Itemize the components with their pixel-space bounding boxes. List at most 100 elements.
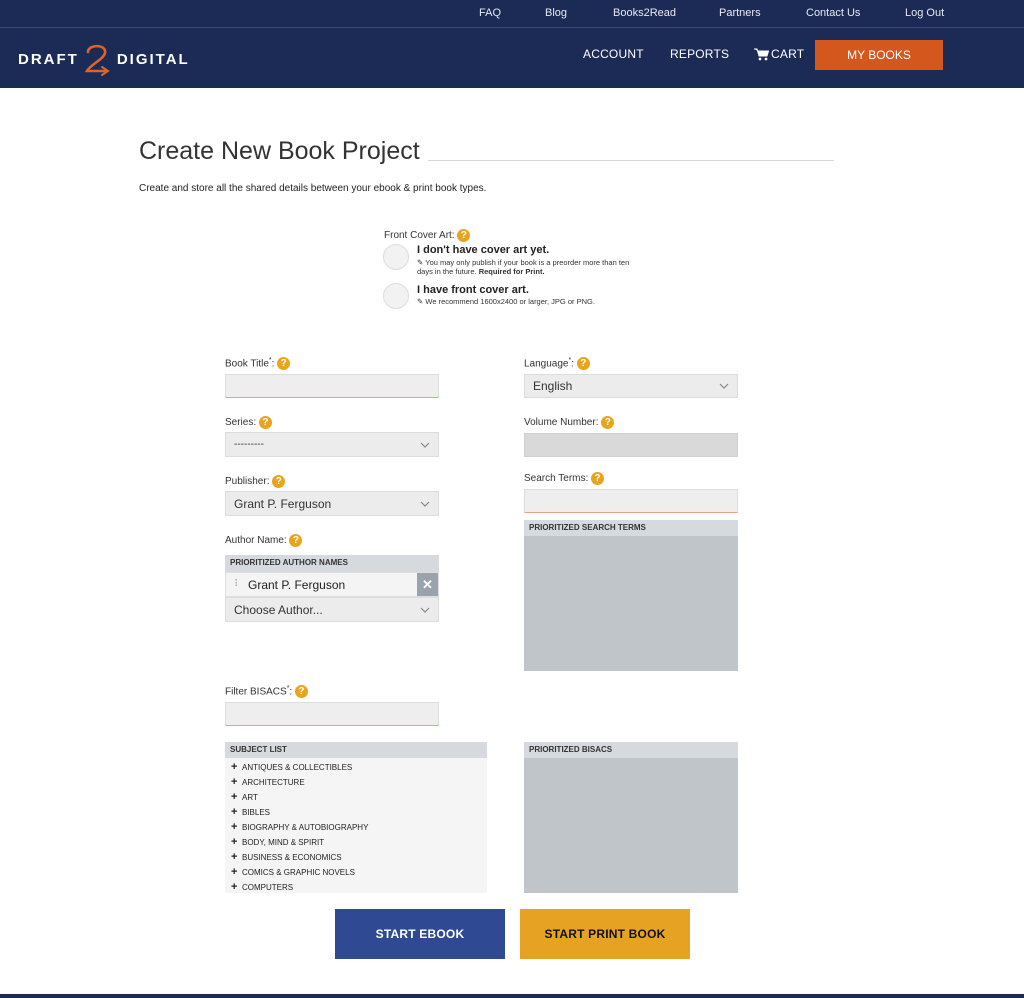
subject-item[interactable]: + COMPUTERS xyxy=(231,881,293,893)
volume-number-input[interactable] xyxy=(524,433,738,457)
subject-item[interactable]: + ANTIQUES & COLLECTIBLES xyxy=(231,761,352,773)
publisher-select[interactable]: Grant P. Ferguson xyxy=(225,491,439,516)
chevron-down-icon xyxy=(719,383,729,389)
close-icon[interactable]: ✕ xyxy=(417,573,438,596)
plus-icon: + xyxy=(231,806,238,818)
shopping-cart-icon xyxy=(754,48,769,60)
volume-number-label: Volume Number: ? xyxy=(524,416,615,429)
no-cover-art-title: I don't have cover art yet. xyxy=(417,244,550,256)
help-icon[interactable]: ? xyxy=(258,416,272,429)
series-select-value: --------- xyxy=(234,439,264,450)
plus-icon: + xyxy=(231,821,238,833)
prioritized-bisacs-panel[interactable]: PRIORITIZED BISACS xyxy=(524,742,738,893)
subject-item[interactable]: + BODY, MIND & SPIRIT xyxy=(231,836,324,848)
language-label: Language*: ? xyxy=(524,357,590,371)
subject-item-label: BIBLES xyxy=(242,808,271,817)
logo-text-digital: DIGITAL xyxy=(116,50,190,68)
has-cover-art-radio[interactable] xyxy=(383,283,409,309)
subject-item[interactable]: + ARCHITECTURE xyxy=(231,776,305,788)
prioritized-search-terms-panel[interactable]: PRIORITIZED SEARCH TERMS xyxy=(524,520,738,671)
my-books-button[interactable]: MY BOOKS xyxy=(815,40,943,70)
plus-icon: + xyxy=(231,881,238,893)
series-label: Series: ? xyxy=(225,416,272,429)
prioritized-author-names-header: PRIORITIZED AUTHOR NAMES xyxy=(225,555,439,572)
help-icon[interactable]: ? xyxy=(272,475,286,488)
chevron-down-icon xyxy=(420,442,430,448)
volume-number-label-text: Volume Number: xyxy=(524,417,599,429)
footer-bar xyxy=(0,994,1024,998)
subject-item-label: BODY, MIND & SPIRIT xyxy=(242,838,325,847)
help-icon[interactable]: ? xyxy=(457,229,471,242)
page-subtitle: Create and store all the shared details … xyxy=(139,183,487,194)
search-terms-label: Search Terms: ? xyxy=(524,472,605,485)
chevron-down-icon xyxy=(420,501,430,507)
search-terms-label-text: Search Terms: xyxy=(524,473,589,485)
filter-bisacs-label-text: Filter BISACS xyxy=(225,686,287,698)
help-icon[interactable]: ? xyxy=(277,357,291,371)
help-icon[interactable]: ? xyxy=(591,472,605,485)
filter-bisacs-label: Filter BISACS*: ? xyxy=(225,685,308,699)
topbar-link-log-out[interactable]: Log Out xyxy=(905,7,944,19)
plus-icon: + xyxy=(231,836,238,848)
topbar-link-faq[interactable]: FAQ xyxy=(479,7,501,19)
help-icon[interactable]: ? xyxy=(601,416,615,429)
choose-author-select[interactable]: Choose Author... xyxy=(225,597,439,622)
page-title: Create New Book Project xyxy=(139,137,420,165)
nav-reports[interactable]: REPORTS xyxy=(670,47,729,61)
book-title-input[interactable] xyxy=(225,374,439,398)
logo-2-mark-icon xyxy=(84,44,110,76)
subject-item[interactable]: + BIOGRAPHY & AUTOBIOGRAPHY xyxy=(231,821,368,833)
choose-author-placeholder: Choose Author... xyxy=(234,602,323,617)
help-icon[interactable]: ? xyxy=(289,534,303,547)
chevron-down-icon xyxy=(420,607,430,613)
subject-item[interactable]: + COMICS & GRAPHIC NOVELS xyxy=(231,866,355,878)
topbar-link-books2read[interactable]: Books2Read xyxy=(613,7,676,19)
nav-cart-label: CART xyxy=(771,47,805,61)
topbar-link-blog[interactable]: Blog xyxy=(545,7,567,19)
no-cover-art-note-bold: Required for Print. xyxy=(478,267,545,276)
author-chip[interactable]: ⠇ Grant P. Ferguson ✕ xyxy=(225,572,439,597)
subject-item[interactable]: + BUSINESS & ECONOMICS xyxy=(231,851,342,863)
help-icon[interactable]: ? xyxy=(576,357,590,371)
edit-note-icon: ✎ xyxy=(417,258,424,267)
nav-cart[interactable]: CART xyxy=(754,47,804,61)
subject-item[interactable]: + BIBLES xyxy=(231,806,270,818)
no-cover-art-note: ✎ You may only publish if your book is a… xyxy=(417,258,637,276)
help-icon[interactable]: ? xyxy=(294,685,308,699)
language-select[interactable]: English xyxy=(524,374,738,398)
subject-item-label: COMICS & GRAPHIC NOVELS xyxy=(242,868,355,877)
has-cover-art-note-text: We recommend 1600x2400 or larger, JPG or… xyxy=(425,297,595,306)
filter-bisacs-input[interactable] xyxy=(225,702,439,726)
nav-account[interactable]: ACCOUNT xyxy=(583,47,644,61)
language-select-value: English xyxy=(533,379,573,393)
utility-bar: FAQ Blog Books2Read Partners Contact Us … xyxy=(0,0,1024,28)
subject-item[interactable]: + ART xyxy=(231,791,258,803)
topbar-link-partners[interactable]: Partners xyxy=(719,7,761,19)
plus-icon: + xyxy=(231,776,238,788)
publisher-select-value: Grant P. Ferguson xyxy=(234,496,332,511)
has-cover-art-note: ✎ We recommend 1600x2400 or larger, JPG … xyxy=(417,297,637,306)
subject-item-label: ART xyxy=(242,793,258,802)
subject-list-header: SUBJECT LIST xyxy=(225,742,487,758)
plus-icon: + xyxy=(231,851,238,863)
search-terms-input[interactable] xyxy=(524,489,738,513)
series-select[interactable]: --------- xyxy=(225,432,439,457)
plus-icon: + xyxy=(231,866,238,878)
start-ebook-button[interactable]: START EBOOK xyxy=(335,909,505,959)
author-name-label-text: Author Name: xyxy=(225,535,287,547)
main-navigation: DRAFT DIGITAL ACCOUNT REPORTS CART MY BO… xyxy=(0,28,1024,88)
start-print-book-button[interactable]: START PRINT BOOK xyxy=(520,909,690,959)
publisher-label: Publisher: ? xyxy=(225,475,286,488)
has-cover-art-title: I have front cover art. xyxy=(417,284,529,296)
edit-note-icon: ✎ xyxy=(417,297,424,306)
drag-handle-icon[interactable]: ⠇ xyxy=(234,579,242,590)
subject-item-label: COMPUTERS xyxy=(242,883,294,892)
topbar-link-contact-us[interactable]: Contact Us xyxy=(806,7,860,19)
subject-item-label: BUSINESS & ECONOMICS xyxy=(242,853,342,862)
subject-item-label: ANTIQUES & COLLECTIBLES xyxy=(242,763,353,772)
logo-text-draft: DRAFT xyxy=(18,50,79,68)
draft2digital-logo[interactable]: DRAFT DIGITAL xyxy=(18,42,190,76)
prioritized-search-terms-header: PRIORITIZED SEARCH TERMS xyxy=(524,520,738,536)
front-cover-art-label-text: Front Cover Art: xyxy=(384,230,455,242)
no-cover-art-radio[interactable] xyxy=(383,244,409,270)
